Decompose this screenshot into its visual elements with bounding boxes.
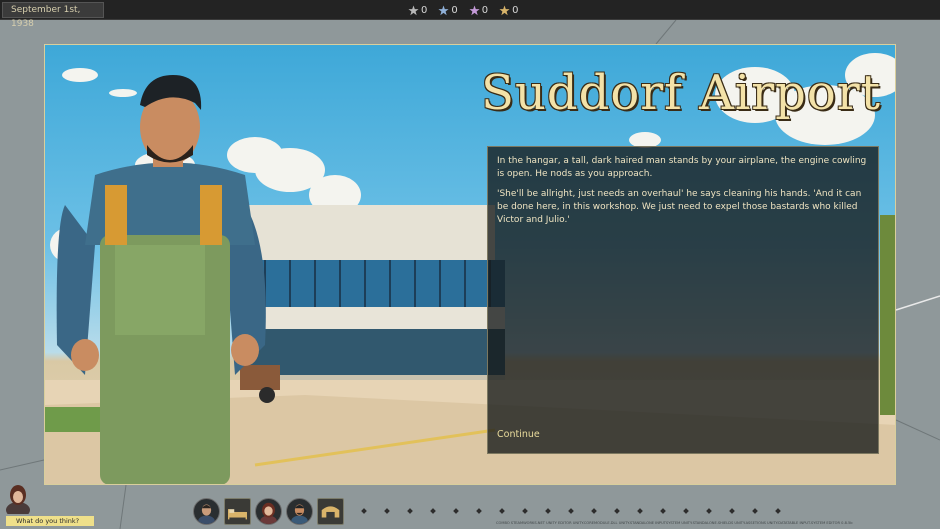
bed-item[interactable]: 0 <box>224 498 251 525</box>
continue-button[interactable]: Continue <box>497 428 540 441</box>
progress-dot <box>591 508 597 514</box>
top-bar: September 1st, 1938 0 0 0 0 <box>0 0 940 29</box>
portrait-icon <box>291 504 308 524</box>
star-icon <box>408 5 419 15</box>
star-counter-purple: 0 <box>469 3 488 17</box>
star-counter-blue: 0 <box>438 3 458 17</box>
bed-icon <box>228 509 247 520</box>
party-toolbar: 0 0 <box>193 498 344 526</box>
hangar-icon <box>321 506 340 518</box>
star-icon <box>499 5 510 15</box>
story-dialog: In the hangar, a tall, dark haired man s… <box>487 146 879 454</box>
progress-dot <box>361 508 367 514</box>
progress-dot <box>637 508 643 514</box>
progress-dot <box>407 508 413 514</box>
character-portrait-2[interactable] <box>255 498 282 525</box>
star-count: 0 <box>421 4 428 16</box>
progress-dot <box>775 508 781 514</box>
star-count: 0 <box>481 4 489 16</box>
progress-dot <box>614 508 620 514</box>
progress-dot <box>476 508 482 514</box>
dialog-paragraph: In the hangar, a tall, dark haired man s… <box>497 156 867 179</box>
progress-dot <box>384 508 390 514</box>
location-title: Suddorf Airport <box>481 65 881 121</box>
progress-dot <box>499 508 505 514</box>
progress-dot <box>683 508 689 514</box>
progress-dot <box>660 508 666 514</box>
star-count: 0 <box>512 4 519 16</box>
progress-dot <box>752 508 758 514</box>
dialog-paragraph: 'She'll be allright, just needs an overh… <box>497 189 862 225</box>
portrait-icon <box>260 502 277 524</box>
portrait-icon <box>198 504 215 524</box>
progress-dot <box>706 508 712 514</box>
character-portrait-1[interactable] <box>193 498 220 525</box>
star-icon <box>438 5 449 15</box>
build-info: COMBO STEAMWORKS.NET UNITY EDITOR UNITY.… <box>496 521 853 525</box>
progress-dots <box>361 508 781 514</box>
progress-dot <box>729 508 735 514</box>
progress-dot <box>545 508 551 514</box>
date-display: September 1st, 1938 <box>2 2 104 29</box>
hangar-item[interactable] <box>317 498 344 525</box>
progress-dot <box>453 508 459 514</box>
progress-dot <box>568 508 574 514</box>
star-count: 0 <box>451 4 458 16</box>
star-counter-gold: 0 <box>499 3 519 17</box>
thought-prompt[interactable]: What do you think? <box>6 516 94 526</box>
character-portrait-3[interactable]: 0 <box>286 498 313 525</box>
progress-dot <box>430 508 436 514</box>
star-counter-silver: 0 <box>408 3 427 17</box>
progress-dot <box>522 508 528 514</box>
player-avatar[interactable] <box>5 484 31 514</box>
star-icon <box>469 5 480 15</box>
star-counters: 0 0 0 0 <box>408 3 519 17</box>
